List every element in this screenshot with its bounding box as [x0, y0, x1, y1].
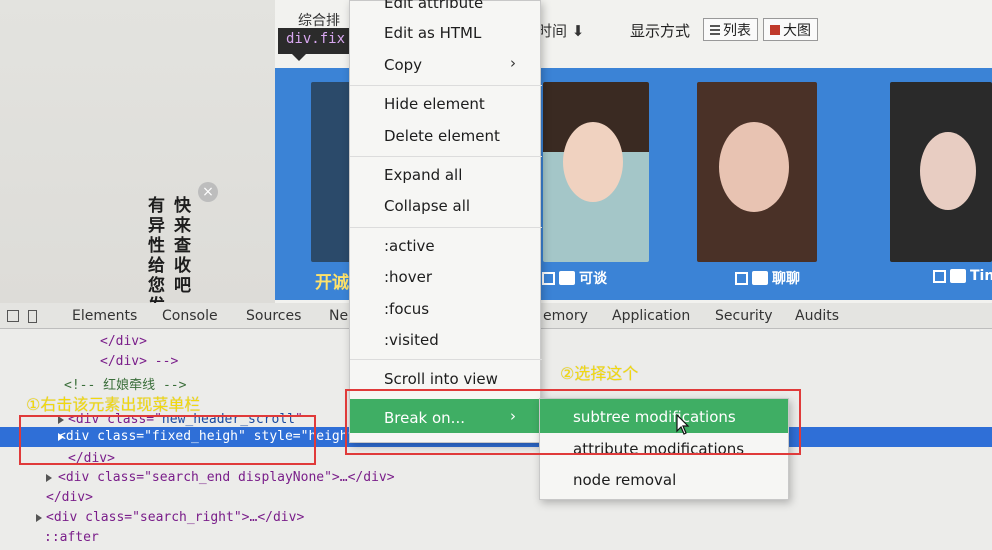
checkbox-icon[interactable]	[735, 271, 748, 285]
photo-caption[interactable]: Tina	[933, 268, 992, 284]
vertical-ad-text[interactable]: 有异性给您发	[148, 196, 168, 316]
element-tooltip: div.fix	[278, 28, 358, 61]
expand-arrow-icon[interactable]	[36, 514, 42, 522]
vertical-ad-text[interactable]: 快来查收吧	[174, 196, 194, 296]
view-big-button[interactable]: 大图	[763, 18, 818, 41]
dom-node[interactable]: <div class="search_end displayNone">…</d…	[58, 470, 395, 485]
menu-divider	[350, 359, 542, 360]
chat-icon	[559, 271, 575, 285]
context-menu: Edit attribute Edit as HTML Copy › Hide …	[349, 0, 542, 443]
chat-icon	[950, 269, 966, 283]
view-big-label: 大图	[783, 22, 811, 39]
grid-icon	[770, 24, 780, 35]
tab-audits[interactable]: Audits	[795, 308, 839, 324]
menu-delete-element[interactable]: Delete element	[384, 127, 500, 145]
tab-console[interactable]: Console	[162, 308, 218, 324]
tab-network[interactable]: Ne	[329, 308, 348, 324]
menu-divider	[350, 156, 542, 157]
close-icon[interactable]: ×	[198, 182, 218, 202]
inspect-icon[interactable]	[7, 310, 19, 322]
photo-caption[interactable]: 聊聊	[735, 268, 800, 288]
checkbox-icon[interactable]	[542, 271, 555, 285]
menu-divider	[350, 227, 542, 228]
menu-divider	[350, 85, 542, 86]
photo-caption[interactable]: 开诚	[315, 268, 349, 293]
dom-node[interactable]: <div class="search_right">…</div>	[46, 510, 304, 525]
tab-application[interactable]: Application	[612, 308, 690, 324]
pseudo-element[interactable]: ::after	[44, 530, 99, 545]
menu-expand-all[interactable]: Expand all	[384, 166, 462, 184]
annotation-box	[19, 415, 316, 465]
profile-photo[interactable]	[543, 82, 649, 262]
expand-arrow-icon[interactable]	[46, 474, 52, 482]
annotation-box	[345, 389, 801, 455]
menu-force-active[interactable]: :active	[384, 237, 435, 255]
tab-memory[interactable]: emory	[543, 308, 588, 324]
dom-node[interactable]: </div>	[46, 490, 93, 505]
menu-copy[interactable]: Copy	[384, 56, 422, 74]
menu-collapse-all[interactable]: Collapse all	[384, 197, 470, 215]
chevron-right-icon: ›	[510, 54, 516, 72]
device-icon[interactable]	[28, 310, 37, 323]
menu-hide-element[interactable]: Hide element	[384, 95, 485, 113]
view-list-label: 列表	[723, 22, 751, 39]
menu-node-removal[interactable]: node removal	[573, 471, 676, 489]
annotation-note: ②选择这个	[560, 364, 639, 383]
profile-photo[interactable]	[890, 82, 992, 262]
menu-edit-attribute[interactable]: Edit attribute	[384, 0, 483, 12]
menu-edit-as-html[interactable]: Edit as HTML	[384, 24, 481, 42]
tab-security[interactable]: Security	[715, 308, 773, 324]
menu-force-hover[interactable]: :hover	[384, 268, 432, 286]
dom-node[interactable]: </div> -->	[100, 354, 178, 369]
sort-by-time[interactable]: 时间 ⬇	[537, 20, 584, 41]
tab-elements[interactable]: Elements	[72, 308, 137, 324]
profile-photo[interactable]	[697, 82, 817, 262]
menu-force-focus[interactable]: :focus	[384, 300, 429, 318]
menu-scroll-into-view[interactable]: Scroll into view	[384, 370, 498, 388]
list-icon	[710, 24, 720, 35]
annotation-note: ①右击该元素出现菜单栏	[26, 395, 201, 414]
tab-sources[interactable]: Sources	[246, 308, 301, 324]
display-mode-label: 显示方式	[630, 22, 691, 40]
menu-force-visited[interactable]: :visited	[384, 331, 439, 349]
page-top-text: 综合排	[298, 13, 340, 29]
chat-icon	[752, 271, 768, 285]
checkbox-icon[interactable]	[933, 269, 946, 283]
view-list-button[interactable]: 列表	[703, 18, 758, 41]
photo-caption[interactable]: 可谈	[542, 268, 607, 288]
dom-node[interactable]: </div>	[100, 334, 147, 349]
